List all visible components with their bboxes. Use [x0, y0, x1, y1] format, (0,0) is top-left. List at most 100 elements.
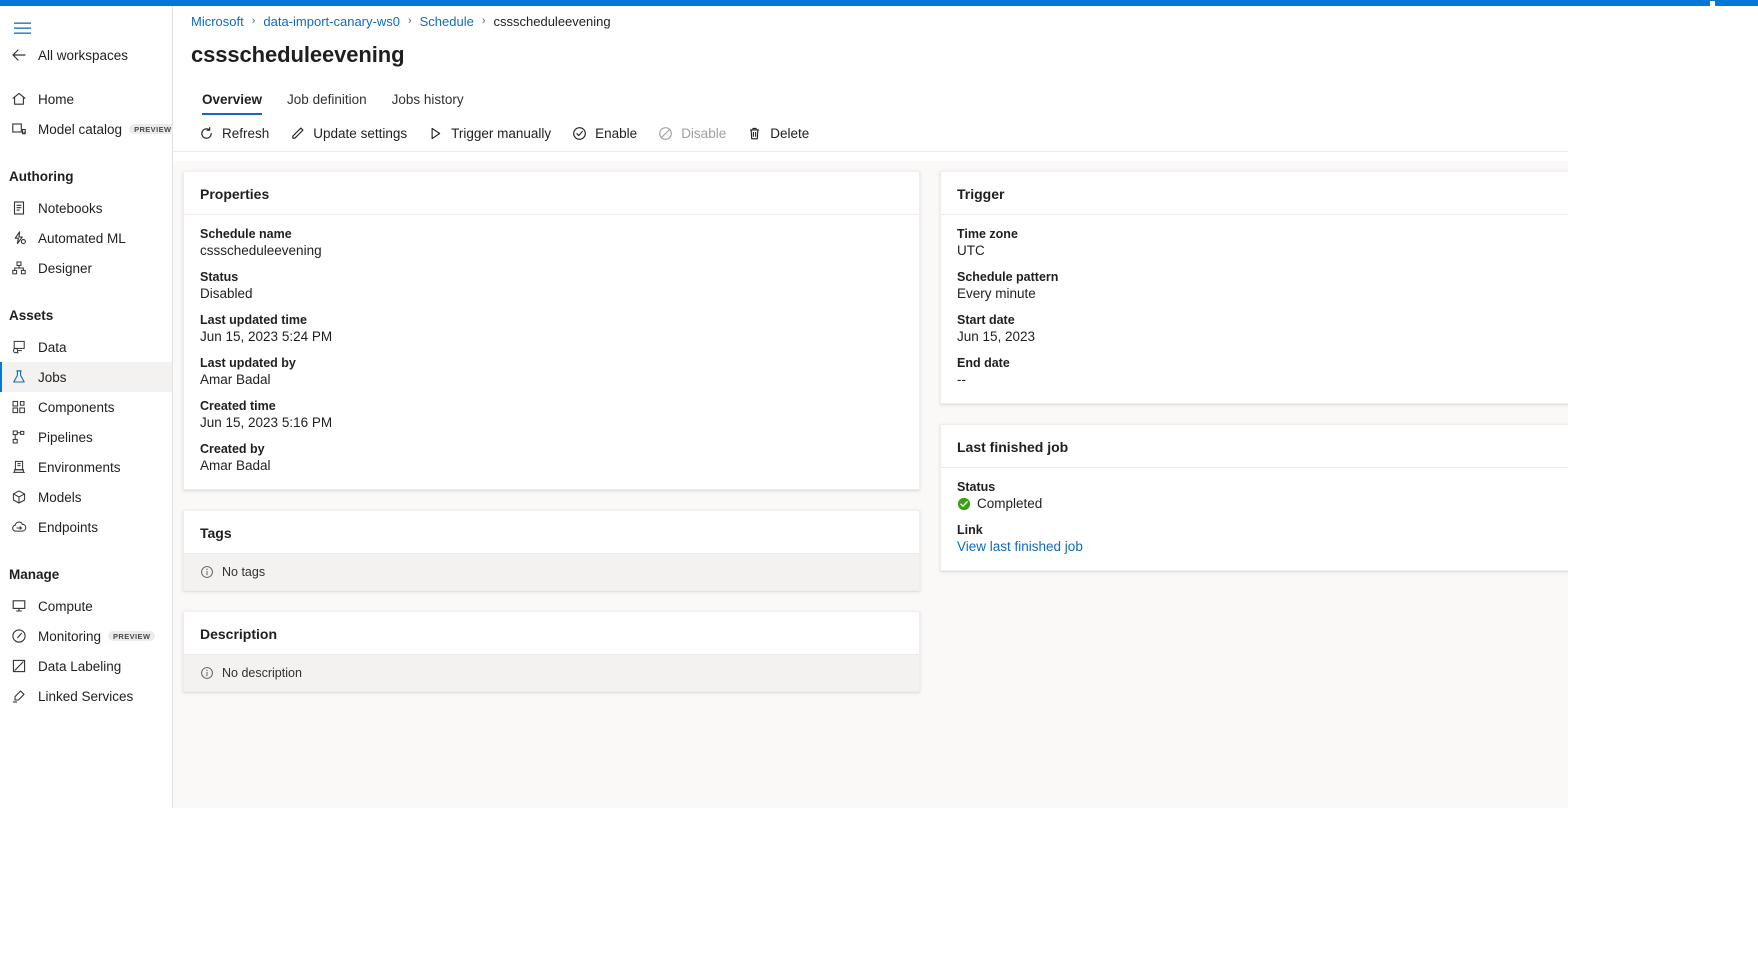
field-status: Status Disabled — [200, 270, 903, 301]
description-card-title: Description — [184, 612, 919, 655]
tab-job-definition[interactable]: Job definition — [276, 92, 378, 115]
last-finished-job-card-title: Last finished job — [941, 425, 1568, 468]
sidebar-item-compute[interactable]: Compute — [0, 591, 172, 621]
models-cube-icon — [9, 487, 29, 507]
field-created-time: Created time Jun 15, 2023 5:16 PM — [200, 399, 903, 430]
sidebar-item-endpoints[interactable]: Endpoints — [0, 512, 172, 542]
status-badge: Completed — [957, 496, 1568, 511]
field-label: Status — [957, 480, 1568, 494]
field-last-updated-time: Last updated time Jun 15, 2023 5:24 PM — [200, 313, 903, 344]
field-label: Last updated by — [200, 356, 903, 370]
sidebar-item-label: Environments — [38, 460, 121, 475]
breadcrumb: Microsoft › data-import-canary-ws0 › Sch… — [173, 6, 1568, 36]
breadcrumb-item-microsoft[interactable]: Microsoft — [191, 14, 244, 29]
sidebar-item-model-catalog[interactable]: Model catalog PREVIEW — [0, 114, 172, 144]
sidebar-item-label: All workspaces — [38, 48, 128, 63]
sidebar-item-label: Models — [38, 490, 82, 505]
sidebar-item-label: Monitoring — [38, 629, 101, 644]
tab-list: Overview Job definition Jobs history — [173, 85, 1568, 115]
sidebar-item-label: Automated ML — [38, 231, 126, 246]
field-schedule-name: Schedule name cssscheduleevening — [200, 227, 903, 258]
tags-card-title: Tags — [184, 511, 919, 554]
field-label: Status — [200, 270, 903, 284]
field-label: Created by — [200, 442, 903, 456]
application-window: All workspaces Home — [0, 0, 1758, 978]
right-column: Trigger Time zone UTC Schedule pattern E… — [940, 171, 1568, 571]
data-icon — [9, 337, 29, 357]
sidebar-item-label: Pipelines — [38, 430, 93, 445]
trigger-manually-button[interactable]: Trigger manually — [418, 118, 560, 148]
sidebar-item-linked-services[interactable]: Linked Services — [0, 681, 172, 711]
field-value: Amar Badal — [200, 458, 903, 473]
automated-ml-icon — [9, 228, 29, 248]
preview-badge: PREVIEW — [129, 124, 176, 135]
info-circle-icon — [200, 565, 214, 579]
sidebar-item-data-labeling[interactable]: Data Labeling — [0, 651, 172, 681]
field-label: Start date — [957, 313, 1568, 327]
command-label: Refresh — [222, 126, 269, 141]
sidebar-item-pipelines[interactable]: Pipelines — [0, 422, 172, 452]
sidebar-item-jobs[interactable]: Jobs — [0, 362, 172, 392]
disable-button: Disable — [648, 118, 735, 148]
sidebar-item-components[interactable]: Components — [0, 392, 172, 422]
trigger-card: Trigger Time zone UTC Schedule pattern E… — [940, 171, 1568, 404]
field-label: Schedule pattern — [957, 270, 1568, 284]
tab-jobs-history[interactable]: Jobs history — [381, 92, 475, 115]
sidebar-item-label: Data Labeling — [38, 659, 121, 674]
tab-overview[interactable]: Overview — [191, 92, 273, 115]
breadcrumb-item-workspace[interactable]: data-import-canary-ws0 — [263, 14, 400, 29]
trigger-card-body: Time zone UTC Schedule pattern Every min… — [941, 215, 1568, 403]
field-value: cssscheduleevening — [200, 243, 903, 258]
trash-icon — [746, 125, 763, 142]
trigger-card-title: Trigger — [941, 172, 1568, 215]
tags-empty-row: No tags — [184, 554, 919, 590]
compute-monitor-icon — [9, 596, 29, 616]
tags-card: Tags No tags — [183, 510, 920, 591]
overview-content: Properties Schedule name cssscheduleeven… — [173, 161, 1568, 808]
sidebar-item-data[interactable]: Data — [0, 332, 172, 362]
tags-empty-text: No tags — [222, 565, 265, 579]
view-last-finished-job-link[interactable]: View last finished job — [957, 539, 1568, 554]
play-triangle-icon — [427, 125, 444, 142]
command-bar: Refresh Update settings — [173, 115, 1568, 152]
sidebar-item-label: Data — [38, 340, 67, 355]
last-finished-job-card: Last finished job Status — [940, 424, 1568, 571]
field-job-link: Link View last finished job — [957, 523, 1568, 554]
components-icon — [9, 397, 29, 417]
command-label: Delete — [770, 126, 809, 141]
description-empty-text: No description — [222, 666, 302, 680]
sidebar-item-notebooks[interactable]: Notebooks — [0, 193, 172, 223]
command-label: Update settings — [313, 126, 407, 141]
sidebar-item-models[interactable]: Models — [0, 482, 172, 512]
breadcrumb-item-schedule[interactable]: Schedule — [420, 14, 474, 29]
refresh-button[interactable]: Refresh — [189, 118, 278, 148]
sidebar-item-home[interactable]: Home — [0, 84, 172, 114]
field-label: Time zone — [957, 227, 1568, 241]
delete-button[interactable]: Delete — [737, 118, 818, 148]
sidebar-item-label: Components — [38, 400, 115, 415]
sidebar-item-designer[interactable]: Designer — [0, 253, 172, 283]
enable-button[interactable]: Enable — [562, 118, 646, 148]
left-column: Properties Schedule name cssscheduleeven… — [183, 171, 920, 692]
endpoints-icon — [9, 517, 29, 537]
sidebar-item-monitoring[interactable]: Monitoring PREVIEW — [0, 621, 172, 651]
arrow-left-icon — [9, 45, 29, 65]
field-schedule-pattern: Schedule pattern Every minute — [957, 270, 1568, 301]
breadcrumb-item-current: cssscheduleevening — [494, 14, 611, 29]
sidebar-item-label: Notebooks — [38, 201, 103, 216]
sidebar-item-automated-ml[interactable]: Automated ML — [0, 223, 172, 253]
hamburger-icon[interactable] — [7, 15, 37, 41]
update-settings-button[interactable]: Update settings — [280, 118, 416, 148]
sidebar-item-environments[interactable]: Environments — [0, 452, 172, 482]
preview-badge: PREVIEW — [108, 631, 155, 642]
pipelines-icon — [9, 427, 29, 447]
model-catalog-icon — [9, 119, 29, 139]
sidebar-item-all-workspaces[interactable]: All workspaces — [0, 40, 172, 70]
linked-services-icon — [9, 686, 29, 706]
refresh-icon — [198, 125, 215, 142]
sidebar-section-authoring: Authoring — [0, 158, 172, 184]
sidebar-item-label: Home — [38, 92, 74, 107]
app-viewport: All workspaces Home — [0, 6, 1568, 808]
sidebar-item-label: Endpoints — [38, 520, 98, 535]
status-text: Completed — [977, 496, 1042, 511]
